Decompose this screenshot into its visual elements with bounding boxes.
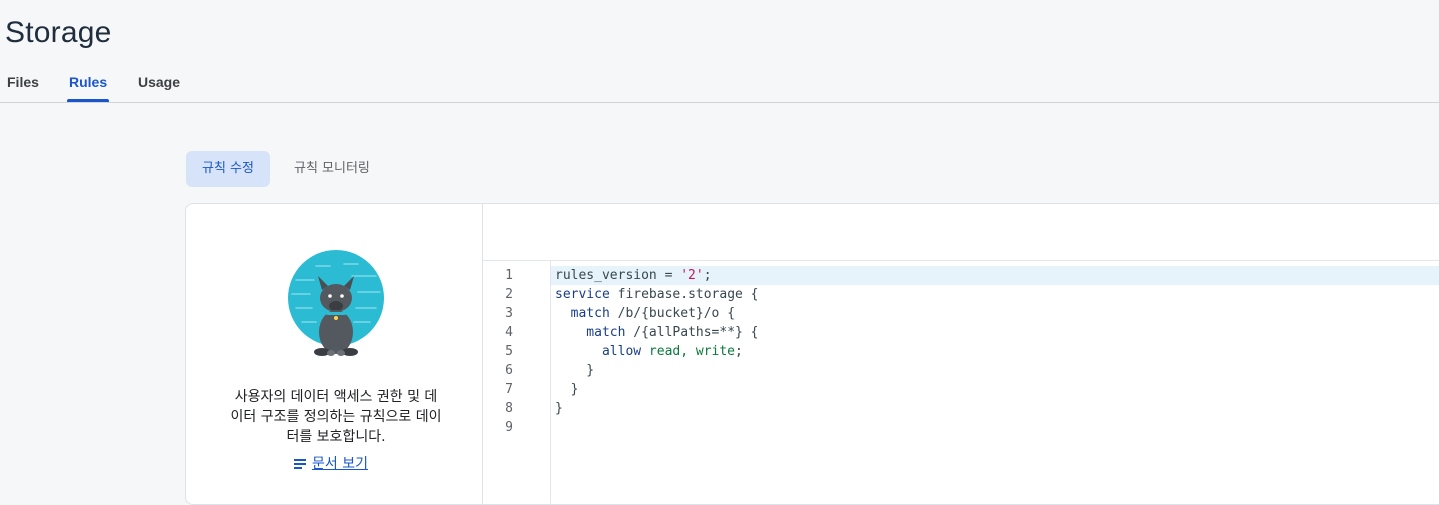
page-title: Storage xyxy=(5,16,112,49)
line-number: 9 xyxy=(505,420,513,435)
view-docs-label: 문서 보기 xyxy=(312,456,368,472)
editor-toolbar xyxy=(483,204,1439,261)
code-line: service firebase.storage { xyxy=(555,287,759,302)
description-line: 터를 보호합니다. xyxy=(286,429,386,445)
tab-usage[interactable]: Usage xyxy=(138,74,180,90)
subtab-monitor-rules[interactable]: 규칙 모니터링 xyxy=(278,151,386,187)
firebase-dog-mascot xyxy=(288,250,384,356)
tab-rules[interactable]: Rules xyxy=(69,74,107,90)
code-line: } xyxy=(555,382,579,397)
description-line: 이터 구조를 정의하는 규칙으로 데이 xyxy=(230,409,442,425)
code-line: match /b/{bucket}/o { xyxy=(555,306,736,321)
tab-files[interactable]: Files xyxy=(7,74,39,90)
active-tab-indicator xyxy=(67,99,109,102)
description-line: 사용자의 데이터 액세스 권한 및 데 xyxy=(234,389,438,405)
code-line: } xyxy=(555,363,595,378)
line-number: 6 xyxy=(505,363,513,378)
line-number-gutter: 1 2 3 4 5 6 7 8 9 xyxy=(483,261,551,504)
line-number: 1 xyxy=(505,268,513,283)
line-number: 3 xyxy=(505,306,513,321)
rules-description: 사용자의 데이터 액세스 권한 및 데 이터 구조를 정의하는 규칙으로 데이 … xyxy=(208,387,464,447)
info-panel: 사용자의 데이터 액세스 권한 및 데 이터 구조를 정의하는 규칙으로 데이 … xyxy=(186,204,483,504)
view-docs-link[interactable]: 문서 보기 xyxy=(294,453,368,473)
rules-code-editor[interactable]: rules_version = '2'; service firebase.st… xyxy=(551,261,1439,504)
notes-icon xyxy=(294,459,306,469)
code-line: rules_version = '2'; xyxy=(555,268,712,283)
rules-card: 사용자의 데이터 액세스 권한 및 데 이터 구조를 정의하는 규칙으로 데이 … xyxy=(185,203,1439,505)
line-number: 5 xyxy=(505,344,513,359)
line-number: 4 xyxy=(505,325,513,340)
line-number: 7 xyxy=(505,382,513,397)
tab-bar: Files Rules Usage xyxy=(0,62,1439,103)
line-number: 8 xyxy=(505,401,513,416)
code-line: } xyxy=(555,401,563,416)
code-line: match /{allPaths=**} { xyxy=(555,325,759,340)
code-line: allow read, write; xyxy=(555,344,743,359)
subtab-edit-rules[interactable]: 규칙 수정 xyxy=(186,151,270,187)
line-number: 2 xyxy=(505,287,513,302)
